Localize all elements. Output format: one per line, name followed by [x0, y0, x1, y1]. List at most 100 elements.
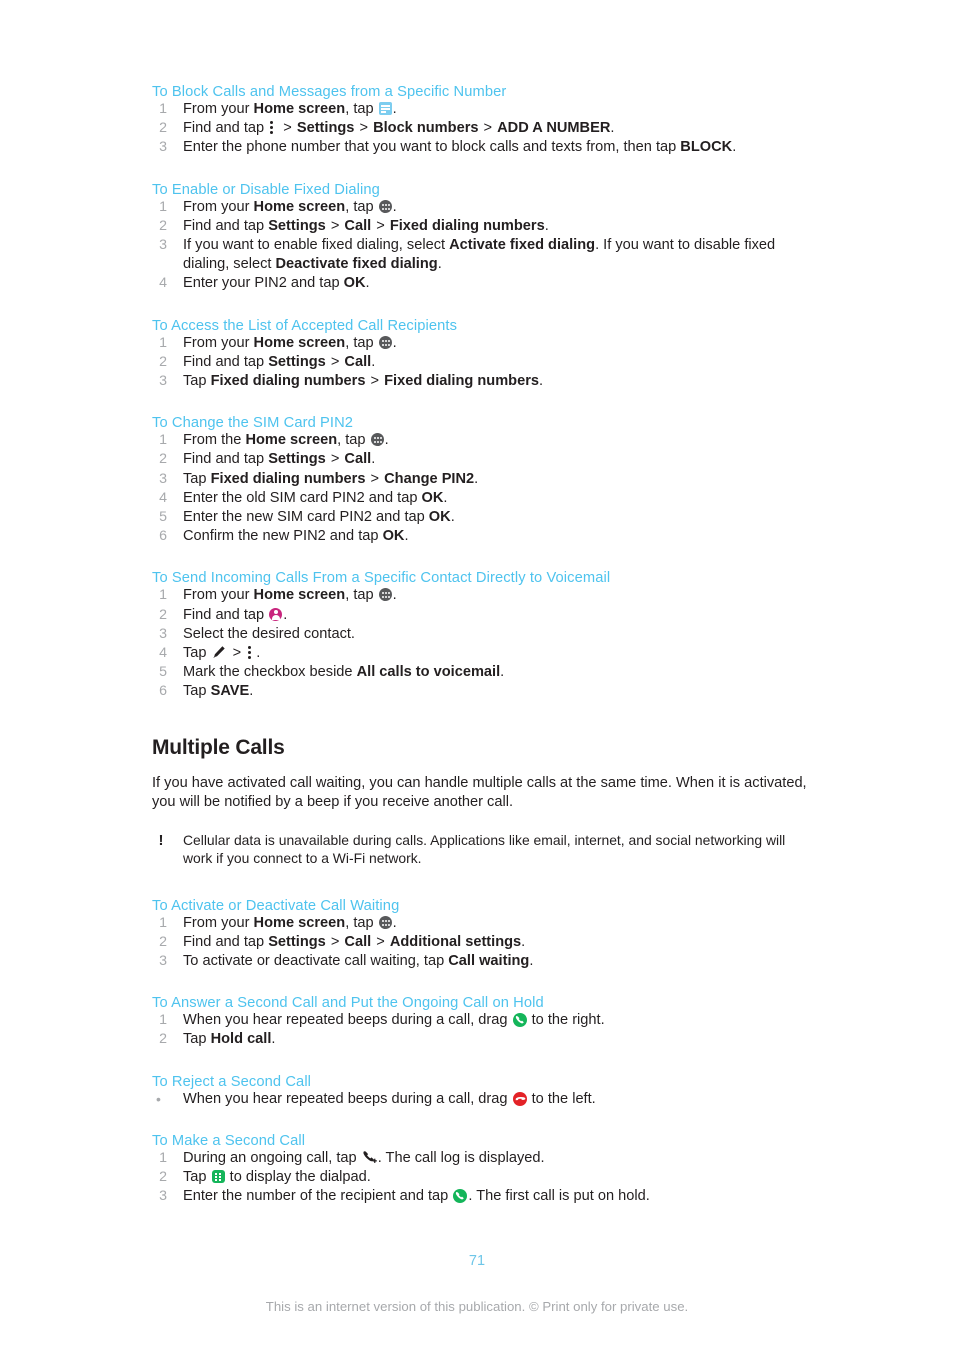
- step-number: 1: [159, 1012, 167, 1029]
- path-separator: >: [326, 217, 344, 234]
- ui-label: Settings: [268, 451, 326, 468]
- step-number: 3: [159, 139, 167, 156]
- list-item: 1 From your Home screen, tap .: [152, 914, 812, 933]
- ui-label: Settings: [296, 120, 355, 137]
- step-number: 2: [159, 1169, 167, 1186]
- step-text: Select the desired contact.: [183, 625, 355, 642]
- list-item: 2 Tap to display the dialpad.: [152, 1168, 812, 1187]
- page-content: To Block Calls and Messages from a Speci…: [152, 84, 812, 1207]
- step-text: Tap Fixed dialing numbers > Change PIN2.: [183, 470, 479, 487]
- step-number: 3: [159, 237, 167, 254]
- step-text: Find and tap Settings > Call > Fixed dia…: [183, 217, 549, 234]
- step-number: 1: [159, 1149, 167, 1166]
- procedure-heading: To Access the List of Accepted Call Reci…: [152, 317, 458, 334]
- step-number: 1: [159, 334, 167, 351]
- ui-label: Home screen: [253, 198, 346, 215]
- procedure-send-incoming-calls-to-voicemail: To Send Incoming Calls From a Specific C…: [152, 570, 812, 701]
- ui-label: Home screen: [253, 587, 346, 604]
- ui-label: Activate fixed dialing: [449, 237, 596, 254]
- ui-label: Deactivate fixed dialing: [275, 256, 438, 273]
- step-number: 6: [159, 528, 167, 545]
- ui-label: Fixed dialing numbers: [210, 373, 366, 390]
- multiple-calls-section: Multiple Calls If you have activated cal…: [152, 736, 812, 868]
- step-number: 6: [159, 683, 167, 700]
- procedure-heading: To Block Calls and Messages from a Speci…: [152, 84, 507, 100]
- ui-label: Settings: [268, 217, 326, 234]
- answer-call-icon: [453, 1189, 468, 1204]
- procedure-heading: To Answer a Second Call and Put the Ongo…: [152, 995, 544, 1012]
- step-number: 4: [159, 275, 167, 292]
- step-list: 1 From your Home screen, tap . 2 Find and t…: [152, 100, 812, 158]
- step-text: From your Home screen, tap .: [183, 198, 397, 215]
- overflow-menu-icon: [248, 645, 253, 660]
- answer-call-icon: [512, 1013, 527, 1028]
- list-item: 1 From your Home screen, tap .: [152, 334, 812, 353]
- list-item: 1 From the Home screen, tap .: [152, 431, 812, 450]
- step-list: 1 From your Home screen, tap . 2 Find and t…: [152, 914, 812, 972]
- ui-label: Home screen: [253, 101, 346, 117]
- list-item: 1 From your Home screen, tap .: [152, 100, 812, 119]
- list-item: 4 Tap > .: [152, 644, 812, 663]
- step-number: 1: [159, 101, 167, 117]
- page-number: 71: [468, 1253, 486, 1269]
- ui-label: Additional settings: [389, 933, 522, 950]
- exclamation-icon: !: [158, 832, 164, 850]
- ui-label: Call waiting: [448, 953, 530, 970]
- ui-label: OK: [421, 489, 444, 506]
- step-text: Find and tap > Settings > Block numbers …: [183, 120, 615, 137]
- procedure-reject-second-call: To Reject a Second Call • When you hear re…: [152, 1074, 812, 1109]
- procedure-make-second-call: To Make a Second Call 1 During an ongoing …: [152, 1133, 812, 1207]
- step-text: Enter your PIN2 and tap OK.: [183, 275, 370, 292]
- list-item: 4 Enter your PIN2 and tap OK.: [152, 274, 812, 293]
- bullet-list: • When you hear repeated beeps during a c…: [152, 1090, 812, 1109]
- overflow-menu-icon: [270, 120, 275, 135]
- step-text: When you hear repeated beeps during a ca…: [183, 1012, 605, 1029]
- step-number: 3: [159, 1188, 167, 1205]
- app-drawer-icon: [370, 433, 384, 447]
- step-number: 2: [159, 606, 167, 623]
- procedure-heading: To Change the SIM Card PIN2: [152, 415, 354, 432]
- manual-page: To Block Calls and Messages from a Speci…: [0, 0, 954, 1350]
- list-item: 2 Find and tap Settings > Call.: [152, 353, 812, 372]
- ui-label: Settings: [268, 933, 326, 950]
- ui-label: All calls to voicemail: [356, 664, 501, 681]
- ui-label: Fixed dialing numbers: [210, 470, 366, 487]
- app-drawer-icon: [378, 335, 392, 349]
- step-text: Enter the phone number that you want to …: [183, 139, 737, 156]
- step-text: Enter the number of the recipient and ta…: [183, 1188, 650, 1205]
- reject-call-icon: [512, 1091, 527, 1106]
- list-item: 6 Confirm the new PIN2 and tap OK.: [152, 527, 812, 546]
- procedure-block-calls-messages: To Block Calls and Messages from a Speci…: [152, 84, 812, 158]
- list-item: 2 Find and tap .: [152, 606, 812, 625]
- step-list: 1 From the Home screen, tap . 2 Find and ta…: [152, 431, 812, 546]
- ui-label: Block numbers: [373, 120, 479, 137]
- step-number: 1: [159, 432, 167, 449]
- path-separator: >: [355, 120, 373, 137]
- app-drawer-icon: [378, 915, 392, 929]
- step-text: Tap Fixed dialing numbers > Fixed dialin…: [183, 373, 544, 390]
- step-number: 5: [159, 664, 167, 681]
- step-number: 1: [159, 198, 167, 215]
- step-list: 1 During an ongoing call, tap . The call …: [152, 1149, 812, 1207]
- contacts-icon: [269, 607, 283, 621]
- list-item: 3 Tap Fixed dialing numbers > Change PIN2…: [152, 470, 812, 489]
- ui-label: Home screen: [245, 432, 338, 449]
- list-item: 3 Enter the phone number that you want to…: [152, 138, 812, 157]
- step-number: 2: [159, 217, 167, 234]
- step-text: From the Home screen, tap .: [183, 432, 389, 449]
- step-number: 2: [159, 1031, 167, 1048]
- list-item: 1 From your Home screen, tap .: [152, 586, 812, 605]
- step-number: 1: [159, 914, 167, 931]
- ui-label: OK: [428, 509, 451, 526]
- ui-label: Home screen: [253, 914, 346, 931]
- procedure-heading: To Reject a Second Call: [152, 1073, 312, 1090]
- step-text: Confirm the new PIN2 and tap OK.: [183, 528, 409, 545]
- multiple-calls-intro: If you have activated call waiting, you …: [152, 774, 807, 810]
- step-number: 3: [159, 953, 167, 970]
- messaging-app-icon: [378, 102, 392, 115]
- list-item: 3 Tap Fixed dialing numbers > Fixed diali…: [152, 372, 812, 391]
- procedure-change-sim-card-pin2: To Change the SIM Card PIN2 1 From the Hom…: [152, 415, 812, 546]
- step-text: Find and tap Settings > Call.: [183, 451, 376, 468]
- list-item: 3 Enter the number of the recipient and t…: [152, 1187, 812, 1206]
- path-separator: >: [326, 451, 344, 468]
